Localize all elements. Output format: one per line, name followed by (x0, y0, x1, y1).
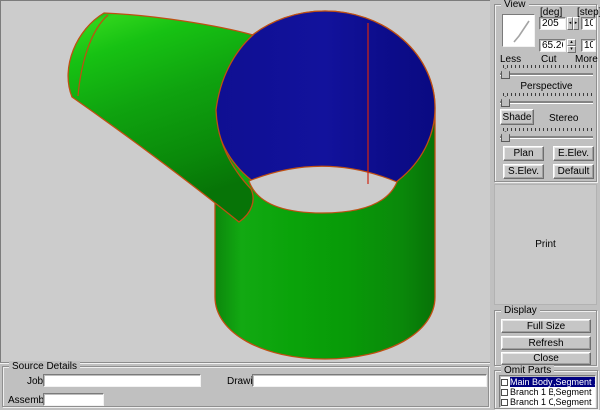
cut-slider-track (500, 73, 593, 76)
application-window: View [deg] [step] ◂ ▸ ▴ ▾ Less Cut More … (0, 0, 600, 410)
perspective-slider[interactable] (500, 93, 593, 107)
model-viewport[interactable] (0, 0, 490, 362)
cut-slider-ticks (503, 65, 592, 68)
omit-checkbox[interactable] (501, 399, 508, 406)
stereo-slider[interactable] (500, 128, 593, 142)
view-group-title: View (501, 0, 529, 10)
omit-parts-group: Omit Parts Main Body ,Segment 1 Branch 1… (494, 370, 598, 409)
s-elev-button[interactable]: S.Elev. (503, 164, 544, 179)
refresh-button[interactable]: Refresh (501, 336, 591, 350)
part-segment: ,Segment (553, 387, 595, 397)
omit-checkbox[interactable] (501, 379, 508, 386)
azimuth-step-input[interactable] (581, 17, 596, 30)
cut-slider[interactable] (500, 65, 593, 79)
default-button[interactable]: Default (553, 164, 594, 179)
omit-parts-listbox[interactable]: Main Body ,Segment 1 Branch 1 Body ,Segm… (499, 375, 596, 408)
azimuth-spin-right-button[interactable]: ▸ (573, 17, 579, 30)
close-button[interactable]: Close (501, 352, 591, 365)
print-button-label: Print (535, 239, 556, 250)
perspective-slider-track (500, 101, 593, 104)
plan-button[interactable]: Plan (503, 146, 544, 161)
perspective-label: Perspective (495, 81, 598, 92)
list-item[interactable]: Branch 1 Collar ,Segment (501, 397, 595, 407)
stereo-slider-track (500, 136, 593, 139)
print-button[interactable]: Print (494, 184, 597, 305)
cut-more-label: More (575, 54, 598, 65)
pipe-branch-scene (1, 1, 489, 361)
view-group: View [deg] [step] ◂ ▸ ▴ ▾ Less Cut More … (494, 4, 597, 182)
display-group: Display Full Size Refresh Close (494, 310, 597, 366)
direction-hands-icon (503, 15, 534, 46)
azimuth-input[interactable] (539, 17, 566, 30)
stereo-slider-ticks (503, 128, 592, 131)
part-name: Branch 1 Body (510, 387, 553, 397)
stereo-label: Stereo (549, 113, 578, 124)
part-name: Branch 1 Collar (510, 397, 553, 407)
elevation-input[interactable] (539, 39, 566, 52)
source-details-title: Source Details (9, 361, 80, 372)
part-segment: ,Segment (553, 397, 595, 407)
view-direction-indicator (502, 14, 535, 47)
stereo-slider-thumb[interactable] (501, 131, 510, 142)
drawing-input[interactable] (252, 374, 487, 387)
elevation-spin-up-button[interactable]: ▴ (567, 39, 576, 46)
elevation-step-input[interactable] (581, 39, 596, 52)
perspective-slider-ticks (503, 93, 592, 96)
assembly-input[interactable] (43, 393, 104, 406)
list-item[interactable]: Main Body ,Segment 1 (501, 377, 595, 387)
cut-slider-thumb[interactable] (501, 68, 510, 79)
part-segment: ,Segment 1 (553, 377, 595, 387)
part-name: Main Body (510, 377, 553, 387)
e-elev-button[interactable]: E.Elev. (553, 146, 594, 161)
display-group-title: Display (501, 305, 540, 316)
source-details-group: Source Details Job Drawing Assembly (2, 366, 489, 407)
perspective-slider-thumb[interactable] (501, 96, 510, 107)
cut-less-label: Less (500, 54, 521, 65)
full-size-button[interactable]: Full Size (501, 319, 591, 333)
omit-checkbox[interactable] (501, 389, 508, 396)
cut-label: Cut (541, 54, 557, 65)
shade-button[interactable]: Shade (500, 109, 534, 125)
job-label: Job (27, 376, 43, 387)
elevation-spin-down-button[interactable]: ▾ (567, 46, 576, 53)
list-item[interactable]: Branch 1 Body ,Segment (501, 387, 595, 397)
elevation-spinner: ▴ ▾ (567, 39, 576, 52)
job-input[interactable] (43, 374, 201, 387)
